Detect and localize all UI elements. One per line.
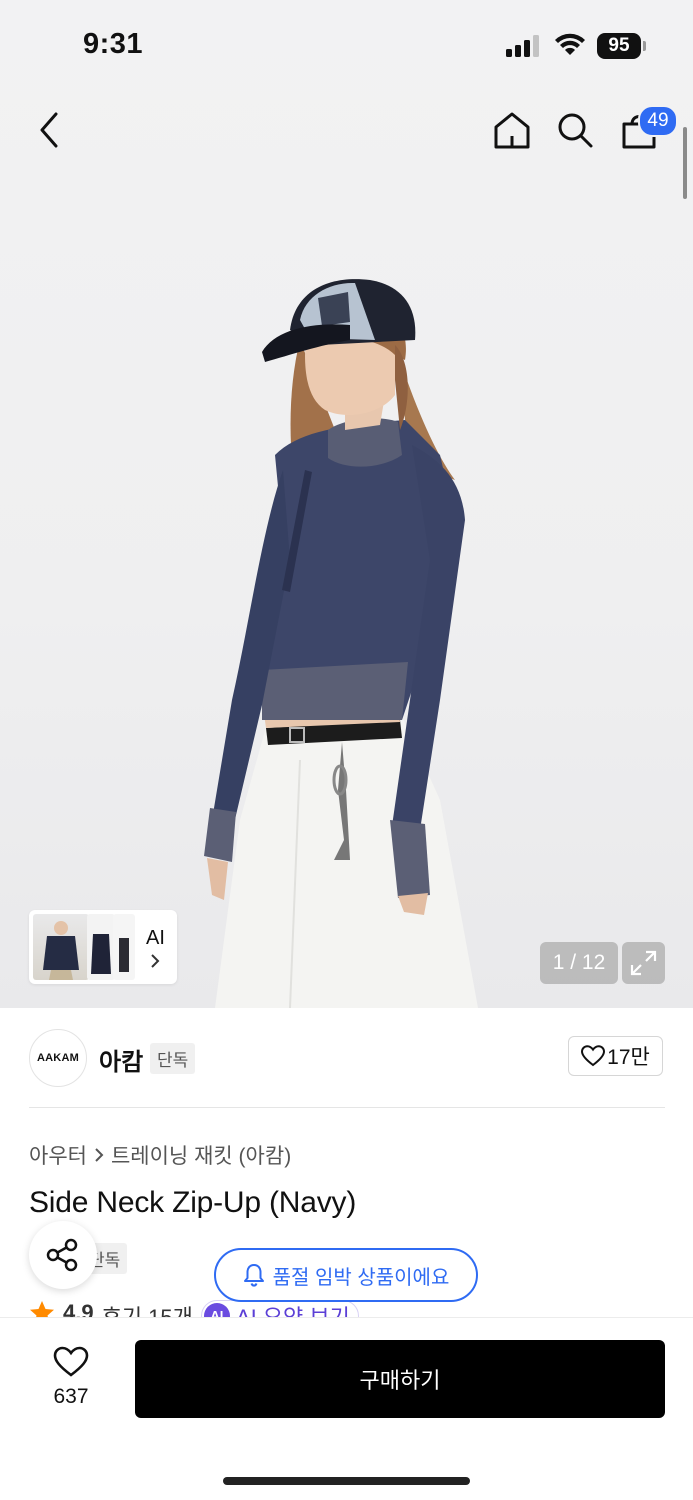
wishlist-count: 637 bbox=[53, 1385, 89, 1408]
ai-summary-button[interactable]: AI AI 요약 보기 bbox=[200, 1300, 359, 1320]
product-image[interactable] bbox=[0, 0, 693, 1008]
breadcrumb-subcategory[interactable]: 트레이닝 재킷 (아캄) bbox=[111, 1140, 291, 1170]
brand-like-button[interactable]: 17만 bbox=[568, 1036, 663, 1076]
home-indicator bbox=[223, 1477, 470, 1485]
image-counter: 1 / 12 bbox=[540, 942, 618, 984]
breadcrumb: 아우터 트레이닝 재킷 (아캄) bbox=[29, 1140, 291, 1170]
soldout-alert-label: 품절 임박 상품이에요 bbox=[272, 1266, 450, 1289]
signal-icon bbox=[506, 35, 539, 57]
heart-icon[interactable] bbox=[53, 1346, 89, 1378]
share-icon bbox=[46, 1238, 78, 1272]
ai-label: AI bbox=[146, 927, 165, 949]
thumbnail-image bbox=[113, 914, 135, 980]
back-icon[interactable] bbox=[36, 110, 64, 150]
product-photo bbox=[204, 279, 478, 1008]
expand-button[interactable] bbox=[622, 942, 665, 984]
expand-icon bbox=[630, 950, 657, 976]
divider bbox=[29, 1107, 665, 1108]
review-count[interactable]: 후기 15개 bbox=[102, 1300, 193, 1320]
exclusive-badge: 단독 bbox=[150, 1043, 196, 1074]
battery-tip bbox=[643, 41, 646, 51]
brand-name[interactable]: 아캄 bbox=[99, 1042, 143, 1077]
rating-row: 4.9 후기 15개 AI AI 요약 보기 bbox=[29, 1300, 369, 1320]
chevron-right-icon bbox=[95, 1148, 104, 1162]
brand-logo[interactable]: AAKAM bbox=[29, 1029, 87, 1087]
battery-indicator: 95 bbox=[597, 33, 641, 59]
heart-icon bbox=[581, 1045, 606, 1067]
search-icon[interactable] bbox=[556, 111, 594, 149]
wifi-icon bbox=[555, 33, 585, 55]
star-icon bbox=[30, 1301, 54, 1320]
product-title: Side Neck Zip-Up (Navy) bbox=[29, 1186, 357, 1219]
share-button[interactable] bbox=[29, 1221, 97, 1289]
chevron-right-icon bbox=[151, 954, 160, 968]
soldout-alert-button[interactable]: 품절 임박 상품이에요 bbox=[214, 1248, 478, 1302]
breadcrumb-category[interactable]: 아우터 bbox=[29, 1140, 87, 1170]
ai-summary-label: AI 요약 보기 bbox=[235, 1305, 350, 1320]
buy-button[interactable]: 구매하기 bbox=[135, 1340, 665, 1418]
bell-icon bbox=[243, 1264, 264, 1287]
brand-like-count: 17만 bbox=[607, 1046, 650, 1069]
cart-count-badge: 49 bbox=[638, 105, 678, 137]
rating-value: 4.9 bbox=[63, 1300, 94, 1320]
home-icon[interactable] bbox=[492, 110, 532, 150]
thumbnail-image bbox=[87, 914, 115, 980]
scrollbar[interactable] bbox=[683, 127, 687, 199]
thumbnail-image bbox=[33, 914, 89, 980]
status-time: 9:31 bbox=[83, 28, 144, 60]
